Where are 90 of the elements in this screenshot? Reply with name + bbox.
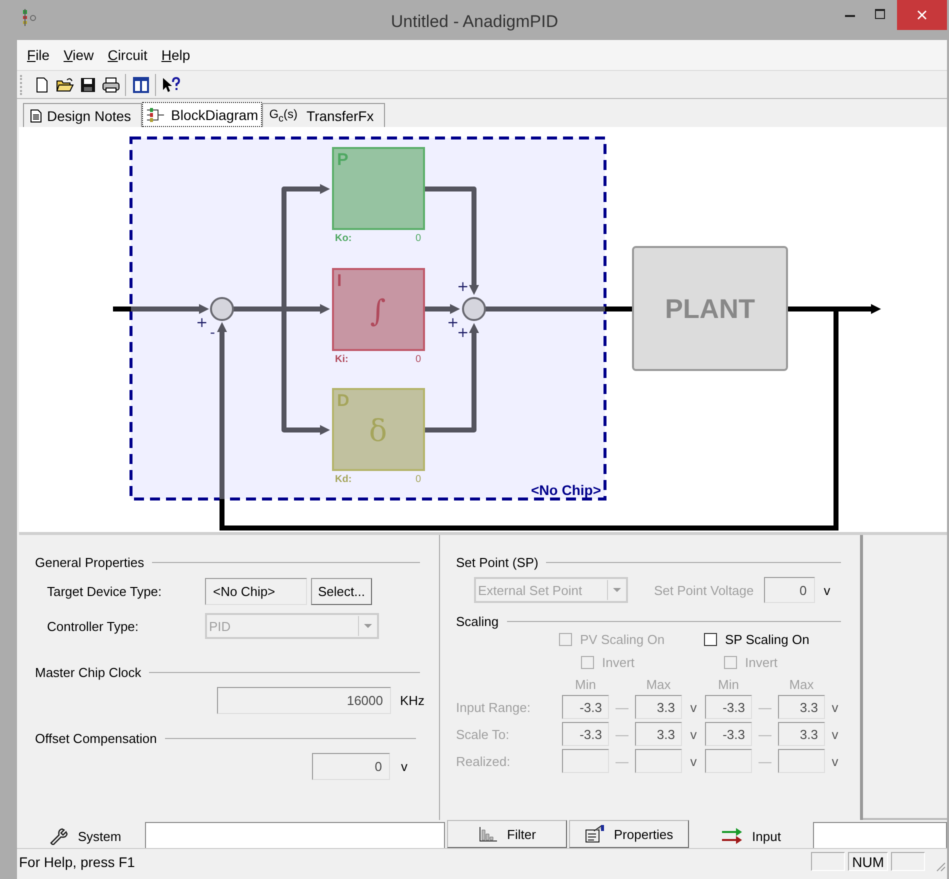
device-field: <No Chip> xyxy=(205,578,307,605)
gain-value: 0 xyxy=(415,474,421,485)
resize-grip-icon xyxy=(934,860,946,872)
group-heading: Master Chip Clock xyxy=(35,665,142,680)
status-text: For Help, press F1 xyxy=(18,854,136,870)
row-label: Realized: xyxy=(456,754,512,768)
clock-field[interactable]: 16000 xyxy=(217,687,391,714)
window-title: Untitled - AnadigmPID xyxy=(390,12,558,32)
range-field[interactable] xyxy=(705,749,752,773)
row-label: Scale To: xyxy=(456,726,510,742)
block-symbol: ∫ xyxy=(370,294,386,329)
sign-label: + xyxy=(457,279,469,295)
plant-label: PLANT xyxy=(665,294,755,324)
wrench-icon xyxy=(48,827,69,845)
gain-label: Kd: xyxy=(335,474,352,485)
properties-icon xyxy=(584,825,605,843)
unit-label: v xyxy=(830,754,840,768)
range-field[interactable] xyxy=(635,749,682,773)
app-icon xyxy=(22,9,38,27)
menu-item[interactable]: Circuit xyxy=(100,45,154,65)
field-label: Controller Type: xyxy=(46,618,140,634)
menu-item[interactable]: File xyxy=(20,45,57,65)
select-button[interactable]: Select... xyxy=(311,578,372,605)
field-label: Set Point Voltage xyxy=(654,582,754,598)
gain-value: 0 xyxy=(415,233,421,244)
signal-wire xyxy=(233,306,284,312)
close-icon xyxy=(917,10,927,20)
group-heading: Scaling xyxy=(456,614,499,629)
unit-label: KHz xyxy=(400,693,425,708)
checkbox-label: SP Scaling On xyxy=(725,632,810,647)
sign-label: + xyxy=(447,315,459,331)
unit-label: v xyxy=(689,700,698,714)
unit-label: v xyxy=(830,726,840,742)
unit-label: v xyxy=(824,582,830,598)
range-field[interactable] xyxy=(562,749,609,773)
dash-separator: — xyxy=(614,726,630,742)
sign-label: + xyxy=(196,315,208,331)
field-label: Target Device Type: xyxy=(46,584,163,599)
menu-item[interactable]: Help xyxy=(154,45,198,65)
unit-label: v xyxy=(830,700,840,714)
status-indicator: NUM xyxy=(848,852,888,871)
status-pane xyxy=(811,852,846,871)
maximize-icon xyxy=(875,9,885,19)
checkbox[interactable] xyxy=(704,633,717,646)
chart-icon xyxy=(478,826,498,842)
range-field[interactable] xyxy=(778,749,825,773)
offset-field[interactable]: 0 xyxy=(312,753,390,780)
document-icon xyxy=(30,108,42,122)
status-pane xyxy=(891,852,925,871)
block-diagram-icon xyxy=(146,106,166,122)
unit-label: v xyxy=(401,759,408,774)
tab[interactable]: G$_{c}$(s) TransferFx xyxy=(262,103,385,127)
dropdown-arrow-icon xyxy=(364,624,372,628)
tab[interactable]: BlockDiagram xyxy=(142,102,262,127)
column-header: Min xyxy=(717,677,740,692)
arrows-icon xyxy=(721,828,744,844)
block-symbol: δ xyxy=(368,414,388,449)
block-letter: P xyxy=(337,150,348,169)
checkbox-label: Invert xyxy=(602,655,635,670)
panel-tab[interactable]: Properties xyxy=(569,820,689,848)
checkbox-label: Invert xyxy=(745,655,778,670)
column-header: Max xyxy=(788,677,815,692)
dash-separator: — xyxy=(758,700,772,714)
panel-tab[interactable]: Filter xyxy=(447,820,567,848)
sign-label: - xyxy=(210,325,216,341)
signal-arrow xyxy=(424,304,460,314)
unit-label: v xyxy=(689,726,698,742)
group-heading: General Properties xyxy=(35,555,144,570)
block-letter: D xyxy=(337,391,350,410)
gain-label: Ki: xyxy=(335,354,348,365)
dash-separator: — xyxy=(758,754,772,768)
column-header: Min xyxy=(574,677,597,692)
dash-separator: — xyxy=(614,754,630,768)
chip-label: <No Chip> xyxy=(530,482,601,498)
dash-separator: — xyxy=(614,700,630,714)
column-header: Max xyxy=(645,677,672,692)
transfer-function-symbol: G$_{c}$(s) xyxy=(269,106,298,124)
group-heading: Offset Compensation xyxy=(35,731,157,746)
dropdown-arrow-icon xyxy=(613,588,621,592)
block-letter: I xyxy=(337,271,342,290)
sign-label: + xyxy=(457,325,469,341)
dash-separator: — xyxy=(758,726,772,742)
group-heading: Set Point (SP) xyxy=(456,555,538,570)
gain-label: Ko: xyxy=(335,233,352,244)
menu-item[interactable]: View xyxy=(56,45,101,65)
tab[interactable]: Design Notes xyxy=(23,103,142,127)
unit-label: v xyxy=(689,754,698,768)
checkbox-label: PV Scaling On xyxy=(580,632,665,647)
gain-value: 0 xyxy=(415,354,421,365)
row-label: Input Range: xyxy=(456,700,532,714)
